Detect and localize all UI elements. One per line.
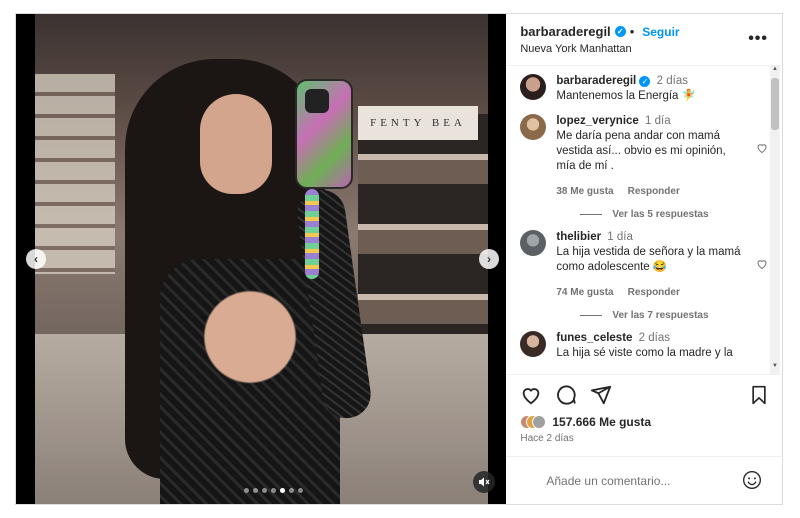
caption: barbaraderegil ✓ 2 días Mantenemos la En…: [520, 74, 760, 104]
carousel-dot: [289, 488, 294, 493]
replies-line: [580, 315, 603, 316]
emoji-icon[interactable]: [742, 470, 762, 490]
phone-charm: [305, 189, 319, 279]
view-replies-label: Ver las 7 respuestas: [612, 310, 709, 321]
liker-avatars: [520, 415, 547, 429]
verified-badge-icon: ✓: [614, 26, 626, 37]
author-row: barbaraderegil ✓ • Seguir: [520, 24, 679, 39]
comment-username[interactable]: barbaraderegil: [556, 75, 636, 87]
scroll-up-arrow-icon[interactable]: ▲: [772, 66, 778, 72]
post-header: barbaraderegil ✓ • Seguir Nueva York Man…: [506, 14, 782, 66]
post-dialog: FENTY BEA ‹ › barbaraderegil ✓ • Seguir …: [15, 13, 783, 505]
comment-input[interactable]: [546, 473, 727, 488]
carousel-dot: [262, 488, 267, 493]
author-block: barbaraderegil ✓ • Seguir Nueva York Man…: [520, 24, 679, 55]
heart-icon[interactable]: [756, 258, 768, 270]
view-replies-button[interactable]: Ver las 5 respuestas: [580, 209, 760, 220]
likes-count[interactable]: 157.666 Me gusta: [552, 415, 651, 429]
comment-meta: 38 Me gusta Responder: [556, 184, 741, 199]
post-side-panel: barbaraderegil ✓ • Seguir Nueva York Man…: [506, 14, 783, 504]
avatar[interactable]: [520, 114, 547, 140]
verified-badge-icon: ✓: [639, 76, 651, 87]
face: [200, 94, 272, 194]
author-username[interactable]: barbaraderegil: [520, 24, 610, 39]
carousel-dot: [298, 488, 303, 493]
scroll-down-arrow-icon[interactable]: ▼: [772, 363, 778, 369]
reply-button[interactable]: Responder: [628, 184, 680, 199]
separator-dot: •: [629, 24, 635, 39]
comment-likes[interactable]: 38 Me gusta: [556, 184, 613, 199]
view-replies-label: Ver las 5 respuestas: [612, 209, 709, 220]
comment-text: La hija sé viste como la madre y la: [556, 347, 733, 359]
more-options-icon[interactable]: •••: [748, 30, 768, 48]
add-comment-bar: [506, 456, 783, 504]
carousel-dot: [280, 488, 285, 493]
liker-avatar[interactable]: [532, 415, 547, 429]
avatar[interactable]: [520, 331, 547, 357]
location-link[interactable]: Nueva York Manhattan: [520, 43, 679, 55]
view-replies-button[interactable]: Ver las 7 respuestas: [580, 310, 760, 321]
heart-icon[interactable]: [756, 142, 768, 154]
muted-speaker-icon: [479, 477, 490, 487]
action-icons: [520, 381, 768, 409]
carousel-dots: [244, 488, 303, 493]
replies-line: [580, 214, 603, 215]
mute-button[interactable]: [473, 471, 495, 493]
comment-text: Me daría pena andar con mamá vestida así…: [556, 130, 726, 172]
post-photo: FENTY BEA: [35, 14, 488, 504]
comment-time[interactable]: 2 días: [639, 332, 670, 344]
carousel-dot: [271, 488, 276, 493]
comment-item: thelibier 1 día La hija vestida de señor…: [520, 230, 767, 300]
carousel-dot: [244, 488, 249, 493]
post-time[interactable]: Hace 2 días: [520, 433, 768, 444]
likes-row: 157.666 Me gusta: [520, 415, 768, 429]
follow-button[interactable]: Seguir: [642, 25, 679, 39]
comment-item: lopez_verynice 1 día Me daría pena andar…: [520, 114, 767, 199]
comment-text: Mantenemos la Energía 🧚: [556, 90, 696, 102]
bookmark-icon[interactable]: [750, 385, 768, 405]
phone-camera: [305, 89, 329, 113]
comment-time[interactable]: 2 días: [657, 75, 688, 87]
comment-username[interactable]: funes_celeste: [556, 332, 632, 344]
store-shelf-left: [35, 74, 115, 274]
carousel-prev-button[interactable]: ‹: [26, 249, 46, 269]
phone: [295, 79, 353, 189]
comment-username[interactable]: lopez_verynice: [556, 115, 638, 127]
avatar[interactable]: [520, 230, 547, 256]
comment-username[interactable]: thelibier: [556, 231, 601, 243]
carousel-next-button[interactable]: ›: [479, 249, 499, 269]
comment-meta: 74 Me gusta Responder: [556, 285, 741, 300]
comment-likes[interactable]: 74 Me gusta: [556, 285, 613, 300]
avatar[interactable]: [520, 74, 547, 100]
comments-scrollbar-thumb[interactable]: [771, 78, 779, 130]
post-media[interactable]: FENTY BEA ‹ ›: [16, 14, 507, 504]
carousel-dot: [253, 488, 258, 493]
comment-text: La hija vestida de señora y la mamá como…: [556, 246, 741, 273]
share-send-icon[interactable]: [590, 384, 612, 406]
comment-bubble-icon[interactable]: [555, 384, 577, 406]
comment-time[interactable]: 1 día: [607, 231, 633, 243]
like-heart-icon[interactable]: [520, 384, 542, 406]
comments-list[interactable]: ▲ ▼ barbaraderegil ✓ 2 días Mantenemos l…: [506, 66, 782, 374]
person-figure: [105, 39, 385, 504]
comment-time[interactable]: 1 día: [645, 115, 671, 127]
reply-button[interactable]: Responder: [628, 285, 680, 300]
comment-item: funes_celeste 2 días La hija sé viste co…: [520, 331, 760, 361]
